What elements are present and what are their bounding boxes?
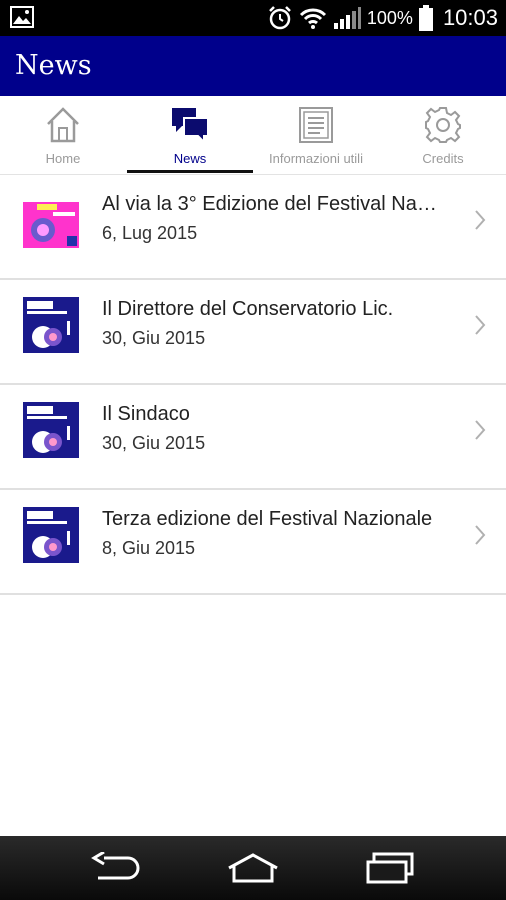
- news-date: 6, Lug 2015: [102, 223, 198, 243]
- tab-bar: Home News Informazioni utili Credits: [0, 96, 506, 175]
- chevron-right-icon: [475, 525, 486, 545]
- news-title: Terza edizione del Festival Nazionale: [102, 508, 433, 530]
- news-item[interactable]: Il Direttore del Conservatorio Lic. 30, …: [0, 280, 506, 385]
- home-icon: [228, 853, 278, 883]
- tab-label: Credits: [422, 151, 464, 166]
- chat-bubbles-icon: [172, 108, 209, 144]
- tab-informazioni-utili[interactable]: Informazioni utili: [253, 96, 379, 174]
- news-thumbnail: [23, 507, 79, 563]
- recent-apps-button[interactable]: [366, 852, 416, 889]
- home-button[interactable]: [226, 852, 280, 889]
- news-date: 8, Giu 2015: [102, 538, 196, 558]
- image-icon: [10, 6, 34, 28]
- battery-percent: 100%: [366, 7, 413, 28]
- tab-home[interactable]: Home: [0, 96, 126, 174]
- news-date: 30, Giu 2015: [102, 433, 206, 453]
- back-icon: [91, 850, 140, 880]
- wifi-icon: [299, 8, 326, 29]
- gear-icon: [425, 107, 461, 143]
- news-item[interactable]: Al via la 3° Edizione del Festival Nazio…: [0, 175, 506, 280]
- chevron-right-icon: [475, 210, 486, 230]
- signal-icon: [333, 7, 361, 29]
- page-title: News: [15, 50, 92, 81]
- news-title: Al via la 3° Edizione del Festival Nazio…: [102, 193, 442, 215]
- chevron-right-icon: [475, 420, 486, 440]
- clock: 10:03: [442, 5, 498, 30]
- news-title: Il Sindaco: [102, 403, 190, 425]
- tab-credits[interactable]: Credits: [380, 96, 506, 174]
- app-bar: News: [0, 36, 506, 96]
- news-date: 30, Giu 2015: [102, 328, 206, 348]
- home-icon: [47, 107, 79, 143]
- tab-label: News: [173, 151, 207, 166]
- news-thumbnail: [23, 192, 79, 248]
- tab-label: Informazioni utili: [269, 151, 363, 166]
- news-thumbnail: [23, 297, 79, 353]
- battery-icon: [418, 5, 433, 31]
- tab-news[interactable]: News: [127, 96, 253, 174]
- alarm-icon: [269, 6, 291, 30]
- tab-label: Home: [45, 151, 81, 166]
- status-bar: 100% 10:03: [0, 0, 506, 36]
- news-title: Il Direttore del Conservatorio Lic.: [102, 298, 394, 320]
- document-icon: [299, 107, 333, 143]
- news-thumbnail: [23, 402, 79, 458]
- recent-apps-icon: [366, 852, 414, 884]
- chevron-right-icon: [475, 315, 486, 335]
- navigation-bar: [0, 836, 506, 900]
- back-button[interactable]: [90, 850, 142, 889]
- active-tab-indicator: [127, 170, 253, 173]
- news-item[interactable]: Terza edizione del Festival Nazionale 8,…: [0, 490, 506, 595]
- news-list: Al via la 3° Edizione del Festival Nazio…: [0, 175, 506, 595]
- news-item[interactable]: Il Sindaco 30, Giu 2015: [0, 385, 506, 490]
